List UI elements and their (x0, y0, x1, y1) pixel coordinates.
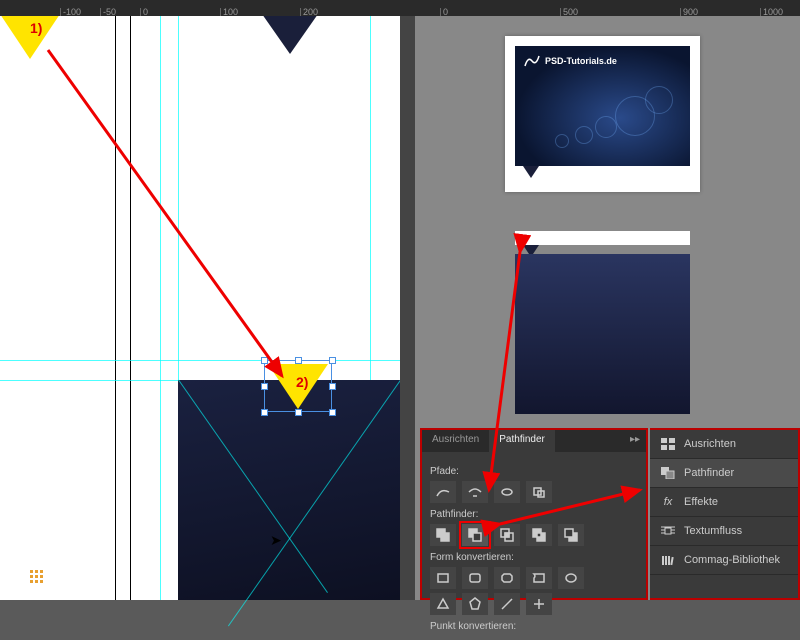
pathfinder-panel[interactable]: Ausrichten Pathfinder ▸▸ Pfade: Pathfind… (420, 428, 648, 600)
shape-rect-icon[interactable] (430, 567, 456, 589)
path-join-icon[interactable] (430, 481, 456, 503)
panel-list: Ausrichten Pathfinder fx Effekte Textumf… (650, 428, 800, 600)
shape-inverse-round-icon[interactable] (526, 567, 552, 589)
preview-card[interactable]: PSD-Tutorials.de (505, 36, 700, 192)
shape-bevel-icon[interactable] (494, 567, 520, 589)
shape-line-icon[interactable] (494, 593, 520, 615)
path-open-icon[interactable] (462, 481, 488, 503)
side-item-label: Ausrichten (684, 438, 736, 450)
library-icon (660, 553, 676, 567)
canvas-divider (400, 16, 415, 600)
path-reverse-icon[interactable] (526, 481, 552, 503)
preview-image: PSD-Tutorials.de (515, 46, 690, 166)
annotation-label-2: 2) (296, 374, 308, 390)
section-label-paths: Pfade: (430, 466, 638, 477)
preview-logo-text: PSD-Tutorials.de (545, 56, 617, 66)
pathfinder-exclude-icon[interactable] (526, 524, 552, 546)
side-item-effekte[interactable]: fx Effekte (650, 488, 798, 517)
side-item-pathfinder[interactable]: Pathfinder (650, 459, 798, 488)
ruler-tick: 0 (140, 8, 148, 16)
textwrap-icon (660, 524, 676, 538)
tab-pathfinder[interactable]: Pathfinder (489, 430, 555, 452)
ruler-tick: 100 (220, 8, 238, 16)
dark-triangle-top[interactable] (262, 14, 318, 54)
preview-logo: PSD-Tutorials.de (523, 54, 617, 68)
tab-ausrichten[interactable]: Ausrichten (422, 430, 489, 452)
side-item-label: Effekte (684, 496, 718, 508)
ruler-tick: 500 (560, 8, 578, 16)
section-label-convert-shape: Form konvertieren: (430, 552, 638, 563)
side-item-commag-bibliothek[interactable]: Commag-Bibliothek (650, 546, 798, 575)
side-item-label: Commag-Bibliothek (684, 554, 780, 566)
ruler-horizontal[interactable]: -100 -50 0 100 200 0 500 900 1000 (0, 0, 800, 16)
side-item-ausrichten[interactable]: Ausrichten (650, 430, 798, 459)
side-item-textumfluss[interactable]: Textumfluss (650, 517, 798, 546)
ruler-tick: -100 (60, 8, 81, 16)
pathfinder-minus-back-icon[interactable] (558, 524, 584, 546)
section-label-convert-point: Punkt konvertieren: (430, 621, 638, 632)
preview-dark-rect[interactable] (515, 254, 690, 414)
pathfinder-intersect-icon[interactable] (494, 524, 520, 546)
ruler-tick: -50 (100, 8, 116, 16)
preview-white-strip (515, 231, 690, 245)
page-origin-marker (30, 570, 50, 590)
canvas-left[interactable]: 1) 2) ➤ (0, 16, 400, 600)
side-item-label: Pathfinder (684, 467, 734, 479)
pathfinder-add-icon[interactable] (430, 524, 456, 546)
shape-ellipse-icon[interactable] (558, 567, 584, 589)
shape-roundrect-icon[interactable] (462, 567, 488, 589)
shape-orthogonal-line-icon[interactable] (526, 593, 552, 615)
shape-polygon-icon[interactable] (462, 593, 488, 615)
annotation-label-1: 1) (30, 20, 42, 36)
ruler-tick: 200 (300, 8, 318, 16)
dark-gradient-shape[interactable] (178, 380, 400, 600)
ruler-tick: 900 (680, 8, 698, 16)
shape-triangle-icon[interactable] (430, 593, 456, 615)
path-close-icon[interactable] (494, 481, 520, 503)
pathfinder-subtract-icon[interactable] (462, 524, 488, 546)
ruler-tick: 0 (440, 8, 448, 16)
cursor-icon: ➤ (270, 532, 282, 549)
panel-menu-icon[interactable]: ▸▸ (630, 434, 640, 445)
side-item-label: Textumfluss (684, 525, 742, 537)
ruler-tick: 1000 (760, 8, 783, 16)
pathfinder-icon (660, 466, 676, 480)
fx-icon: fx (660, 495, 676, 509)
align-icon (660, 437, 676, 451)
section-label-pathfinder: Pathfinder: (430, 509, 638, 520)
preview-triangle-notch (523, 166, 539, 178)
panel-tab-bar: Ausrichten Pathfinder ▸▸ (422, 430, 646, 452)
